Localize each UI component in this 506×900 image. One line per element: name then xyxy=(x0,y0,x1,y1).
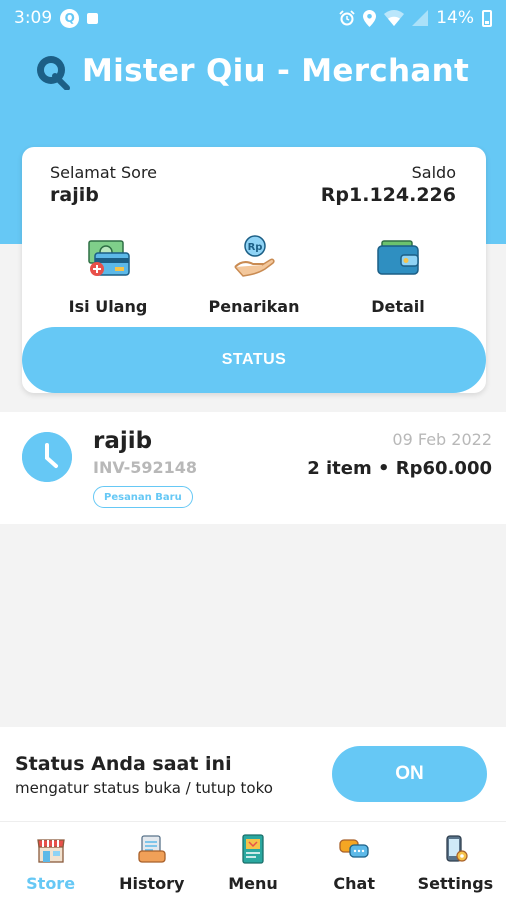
merchant-name: rajib xyxy=(50,184,99,206)
store-icon xyxy=(36,839,65,863)
clock-icon xyxy=(22,432,72,482)
settings-phone-icon xyxy=(446,835,469,862)
nav-store-label: Store xyxy=(26,874,76,893)
hand-coin-icon: Rp xyxy=(234,235,275,277)
money-topup-icon xyxy=(88,240,130,276)
nav-settings-label: Settings xyxy=(417,874,494,893)
detail-label: Detail xyxy=(371,297,425,316)
detail-button[interactable]: Detail xyxy=(328,233,468,316)
nav-store[interactable]: Store xyxy=(0,822,101,900)
status-badge: Pesanan Baru xyxy=(93,486,193,508)
store-status-title: Status Anda saat ini xyxy=(15,753,232,775)
order-list-item[interactable]: rajib INV-592148 Pesanan Baru 09 Feb 202… xyxy=(0,412,506,524)
chat-icon xyxy=(339,839,369,858)
history-icon xyxy=(138,835,166,863)
saldo-label: Saldo xyxy=(411,163,456,182)
app-bar: Mister Qiu - Merchant xyxy=(34,52,469,90)
status-bar: 3:09 Q 14% xyxy=(0,0,506,36)
signal-icon xyxy=(412,10,429,26)
nav-menu[interactable]: Menu xyxy=(202,822,303,900)
saldo-value: Rp1.124.226 xyxy=(320,184,456,206)
penarikan-button[interactable]: Rp Penarikan xyxy=(184,233,324,316)
order-date: 09 Feb 2022 xyxy=(392,430,492,449)
svg-text:Rp: Rp xyxy=(248,242,263,253)
store-status-subtitle: mengatur status buka / tutup toko xyxy=(15,779,273,797)
nav-menu-label: Menu xyxy=(228,874,278,893)
balance-card: Selamat Sore rajib Saldo Rp1.124.226 Isi… xyxy=(22,147,486,393)
status-button[interactable]: STATUS xyxy=(22,327,486,393)
customer-name: rajib xyxy=(93,428,153,454)
greeting-label: Selamat Sore xyxy=(50,163,158,182)
invoice-number: INV-592148 xyxy=(93,458,197,477)
location-icon xyxy=(363,9,377,27)
bottom-navigation: Store History Menu Chat Settings xyxy=(0,821,506,900)
shopping-bag-notification-icon xyxy=(87,12,99,24)
wallet-icon xyxy=(377,240,419,275)
penarikan-label: Penarikan xyxy=(208,297,300,316)
isi-ulang-button[interactable]: Isi Ulang xyxy=(38,233,178,316)
app-title: Mister Qiu - Merchant xyxy=(82,53,470,89)
wifi-icon xyxy=(384,10,405,26)
nav-chat[interactable]: Chat xyxy=(304,822,405,900)
qiu-notification-icon: Q xyxy=(60,8,80,28)
isi-ulang-label: Isi Ulang xyxy=(68,297,148,316)
nav-chat-label: Chat xyxy=(333,874,375,893)
battery-percent: 14% xyxy=(436,8,474,28)
order-summary: 2 item • Rp60.000 xyxy=(307,458,492,479)
battery-icon xyxy=(482,9,492,27)
alarm-icon xyxy=(339,10,355,26)
menu-book-icon xyxy=(242,834,264,864)
q-logo-icon xyxy=(37,56,70,90)
nav-history-label: History xyxy=(119,874,185,893)
clock-time: 3:09 xyxy=(14,8,53,28)
store-status-panel: Status Anda saat ini mengatur status buk… xyxy=(0,727,506,821)
nav-settings[interactable]: Settings xyxy=(405,822,506,900)
nav-history[interactable]: History xyxy=(101,822,202,900)
store-toggle-button[interactable]: ON xyxy=(332,746,487,802)
